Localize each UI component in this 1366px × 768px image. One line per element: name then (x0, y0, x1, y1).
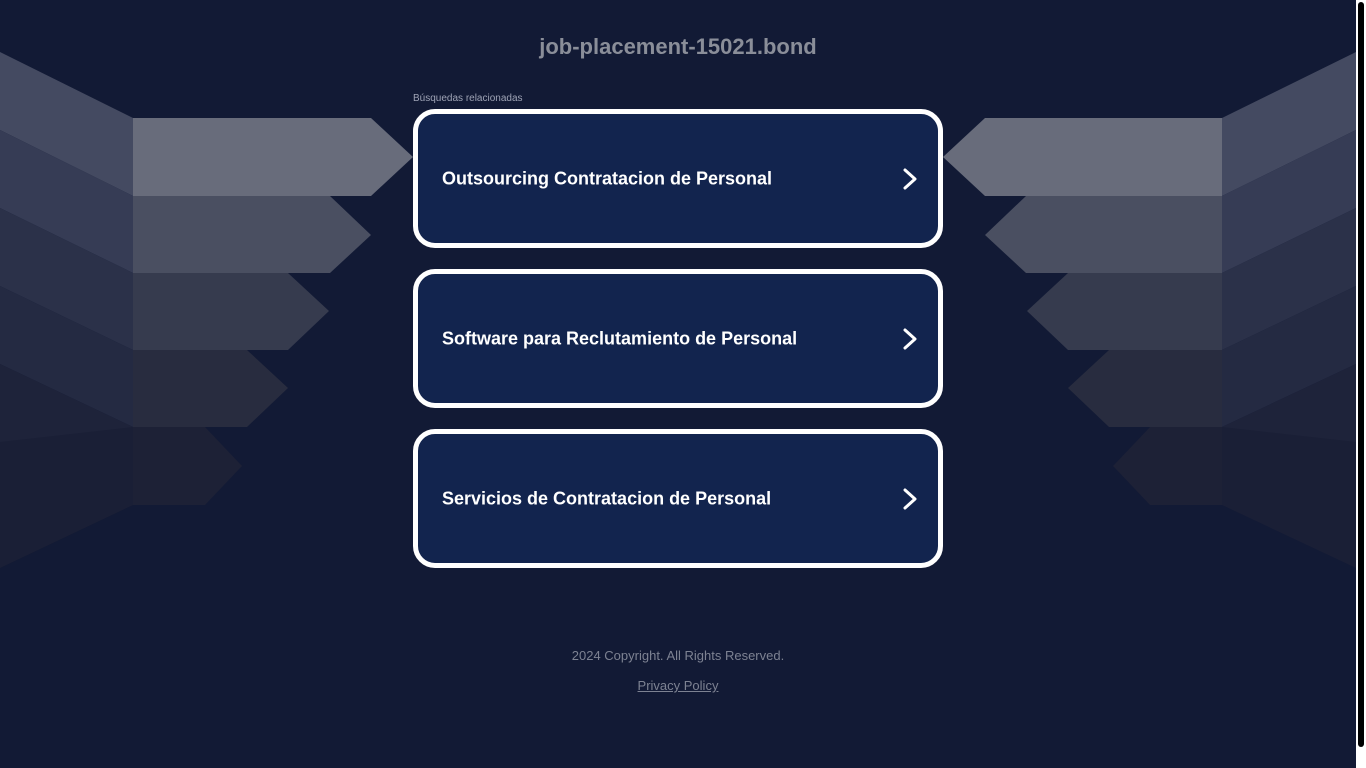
related-search-link-label: Software para Reclutamiento de Personal (442, 328, 798, 348)
site-title: job-placement-15021.bond (539, 34, 817, 59)
related-search-link-outsourcing[interactable]: Outsourcing Contratacion de Personal (413, 109, 943, 248)
privacy-policy-container: Privacy Policy (0, 678, 1356, 694)
related-search-link-label: Servicios de Contratacion de Personal (442, 488, 772, 508)
related-search-link-software[interactable]: Software para Reclutamiento de Personal (413, 269, 943, 408)
scrollbar-thumb[interactable] (1358, 2, 1364, 747)
related-search-link-servicios[interactable]: Servicios de Contratacion de Personal (413, 429, 943, 568)
chevron-right-icon (903, 168, 917, 189)
parked-domain-page: job-placement-15021.bond Búsquedas relac… (0, 0, 1356, 768)
chevron-right-icon (903, 328, 917, 349)
copyright-text: 2024 Copyright. All Rights Reserved. (571, 648, 785, 663)
related-search-link-label: Outsourcing Contratacion de Personal (442, 168, 773, 188)
related-searches-label: Búsquedas relacionadas (413, 93, 523, 104)
chevron-right-icon (903, 488, 917, 509)
vertical-scrollbar[interactable] (1356, 0, 1366, 768)
privacy-policy-link[interactable]: Privacy Policy (638, 678, 719, 693)
